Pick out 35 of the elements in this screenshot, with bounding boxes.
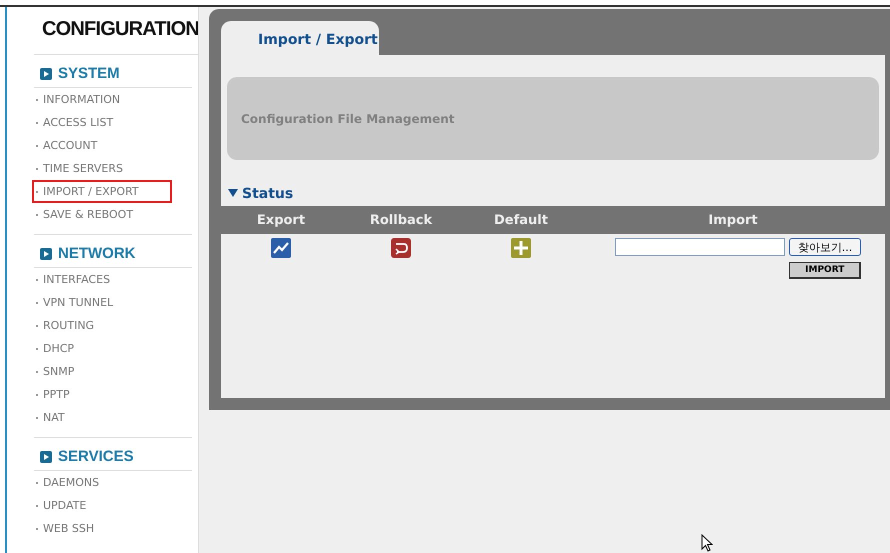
column-heading: Rollback: [370, 212, 432, 228]
status-toggle[interactable]: Status: [227, 186, 879, 202]
plus-icon[interactable]: [511, 238, 531, 258]
banner-text: Configuration File Management: [241, 112, 455, 126]
menu-item[interactable]: ROUTING: [32, 314, 172, 337]
menu-item[interactable]: INFORMATION: [32, 88, 172, 111]
column-heading: Export: [256, 212, 306, 228]
menu-item[interactable]: TIME SERVERS: [32, 157, 172, 180]
menu-item[interactable]: DHCP: [32, 337, 172, 360]
file-path-field[interactable]: [614, 238, 785, 256]
play-icon: [40, 450, 52, 462]
section-title: SERVICES: [58, 448, 134, 465]
menu-item[interactable]: SNMP: [32, 360, 172, 383]
cursor-icon: [701, 534, 713, 552]
menu-item[interactable]: SAVE & REBOOT: [32, 203, 172, 226]
section-title: SYSTEM: [58, 65, 120, 82]
play-icon: [40, 248, 52, 260]
tab[interactable]: Import / Export: [221, 21, 379, 55]
column-heading: Default: [494, 212, 548, 228]
import-button[interactable]: IMPORT: [789, 262, 862, 279]
menu-item[interactable]: WEB SSH: [32, 517, 172, 540]
browse-button[interactable]: 찾아보기...: [788, 238, 862, 256]
column-heading: Import: [708, 212, 758, 228]
section-title: NETWORK: [58, 245, 136, 262]
menu-item[interactable]: DAEMONS: [32, 471, 172, 494]
menu-item[interactable]: VPN TUNNEL: [32, 291, 172, 314]
triangle-icon: [228, 188, 238, 198]
menu-item[interactable]: IMPORT / EXPORT: [32, 180, 172, 203]
menu-item[interactable]: UPDATE: [32, 494, 172, 517]
menu-item[interactable]: ACCESS LIST: [32, 111, 172, 134]
menu-item[interactable]: INTERFACES: [32, 268, 172, 291]
menu-item[interactable]: PPTP: [32, 383, 172, 406]
menu-item[interactable]: NAT: [32, 406, 172, 429]
menu-item[interactable]: ACCOUNT: [32, 134, 172, 157]
play-icon: [40, 68, 52, 80]
